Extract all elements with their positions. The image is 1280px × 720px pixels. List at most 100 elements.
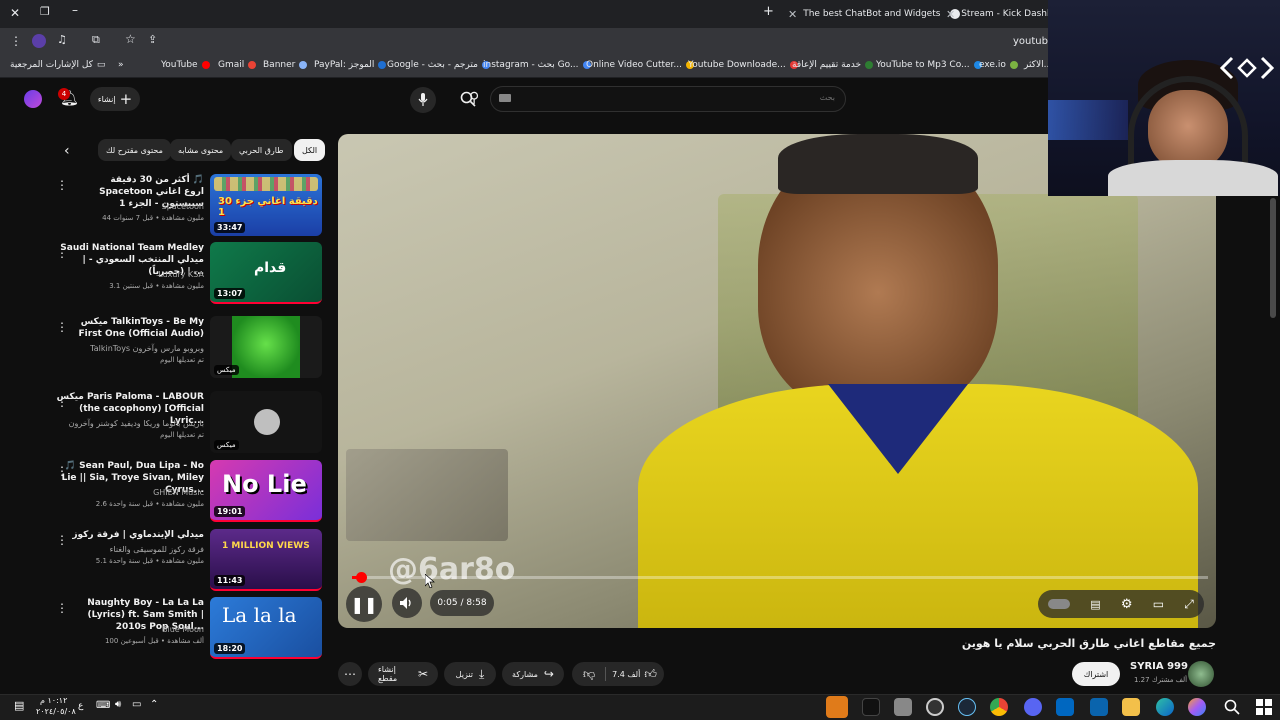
browser-menu-icon[interactable]: ⋮ (10, 34, 22, 48)
chip-all[interactable]: الكل (294, 139, 326, 161)
progress-scrubber[interactable] (356, 572, 367, 583)
bookmark-gmail[interactable]: Gmail (218, 60, 257, 70)
page-scrollbar[interactable] (1270, 198, 1276, 318)
thumbnail[interactable]: 30 دقيقة اغاني جزء 1 33:47 (210, 174, 322, 236)
account-avatar[interactable] (24, 90, 42, 108)
list-item[interactable]: ⋮ ميكس Paris Paloma - LABOUR (the cacoph… (50, 391, 326, 455)
bookmark-video-cutter[interactable]: Online Video Cutter... (586, 60, 695, 70)
app-orange-icon[interactable] (826, 696, 848, 718)
subscribe-button[interactable]: اشتراك (1072, 662, 1120, 686)
file-explorer-icon[interactable] (1122, 698, 1140, 716)
progress-bar[interactable] (352, 576, 1208, 579)
bookmark-youtube[interactable]: YouTube (161, 60, 210, 70)
keyboard-icon[interactable] (499, 94, 511, 102)
list-item[interactable]: ⋮ ميدلي الإيندماوي | فرقة ركوز فرقة ركوز… (50, 529, 326, 593)
bookmark-exe-io[interactable]: exe.io (979, 60, 1018, 70)
search-input[interactable]: ⚲ بحث (469, 86, 846, 112)
download-icon: ⤓ (479, 666, 485, 681)
tiktok-icon[interactable] (862, 698, 880, 716)
bookmark-google-translate[interactable]: Google - مترجم - بحث (387, 60, 490, 70)
copilot-icon[interactable] (1188, 698, 1206, 716)
video-meta: 5.1 مليون مشاهدة • قبل سنة واحدة (95, 557, 204, 565)
pause-button[interactable]: ❚❚ (346, 586, 382, 622)
create-button[interactable]: إنشاء + (90, 87, 140, 111)
bookmark-paypal[interactable]: PayPal: الموجز (314, 60, 387, 70)
list-item[interactable]: ⋮ 🎵 Sean Paul, Dua Lipa - No Lie || Sia,… (50, 460, 326, 524)
media-control-icon[interactable]: ♫ (57, 33, 67, 46)
profile-icon[interactable] (32, 34, 46, 48)
more-actions-button[interactable]: ⋯ (338, 662, 362, 686)
channel-name: GHIEN Music (153, 488, 204, 497)
webcam-person-shirt (1108, 160, 1278, 196)
channel-name[interactable]: SYRIA 999 (1130, 661, 1188, 672)
chips-prev-icon[interactable]: ‹ (64, 143, 70, 159)
thumbnail[interactable]: La la la 18:20 (210, 597, 322, 659)
share-button[interactable]: مشاركة ↪ (502, 662, 564, 686)
clock-time[interactable]: ١٠:١٢ م (40, 696, 67, 705)
app-gray-icon[interactable] (894, 698, 912, 716)
taskbar-search-icon[interactable] (1224, 699, 1240, 715)
settings-gear-icon[interactable]: ⚙ (1121, 597, 1133, 612)
obs-icon[interactable] (926, 698, 944, 716)
dislike-button[interactable]: 👎︎ (573, 667, 605, 682)
bookmark-all[interactable]: كل الإشارات المرجعية ▭ (10, 60, 105, 70)
bookmark-youtube-downloader[interactable]: Youtube Downloade... (688, 60, 798, 70)
list-item[interactable]: ⋮ Saudi National Team Medley | ميدلي الم… (50, 242, 326, 306)
theater-mode-icon[interactable]: ▭ (1153, 597, 1164, 611)
minimize-window-icon[interactable]: – (72, 3, 78, 17)
autoplay-toggle-icon[interactable] (1048, 599, 1071, 609)
thumbnail[interactable]: 1 MILLION VIEWS 11:43 (210, 529, 322, 591)
restore-window-icon[interactable]: ❐ (40, 5, 50, 18)
tab-search-icon[interactable]: ⧉ (92, 33, 100, 47)
bookmark-disability-service[interactable]: خدمة تقييم الإعاقة (792, 60, 874, 70)
list-item[interactable]: ⋮ Naughty Boy - La La La (Lyrics) ft. Sa… (50, 597, 326, 661)
install-app-icon[interactable]: ⇪ (148, 33, 157, 46)
bookmarks-overflow-icon[interactable]: » (118, 60, 124, 70)
volume-button[interactable] (392, 588, 422, 618)
outlook-icon[interactable] (1090, 698, 1108, 716)
tray-overflow-icon[interactable]: ⌃ (150, 699, 158, 710)
voice-search-button[interactable] (410, 87, 436, 113)
search-icon[interactable] (460, 91, 476, 107)
subtitles-icon[interactable]: ▤ (1090, 598, 1100, 611)
keyboard-icon[interactable]: ⌨ (96, 700, 110, 711)
bookmark-youtube-mp3[interactable]: YouTube to Mp3 Co... (876, 60, 982, 70)
list-item[interactable]: ⋮ أكثر من 30 دقيقة 🎵 Spacetoon اروع اغان… (50, 174, 326, 238)
edge-icon[interactable] (1156, 698, 1174, 716)
network-icon[interactable]: ▭ (132, 699, 141, 710)
chip-suggested[interactable]: محتوى مقترح لك (98, 139, 171, 161)
video-thumbnail-preview (346, 449, 508, 541)
notification-center-icon[interactable]: ▤ (14, 699, 24, 712)
bookmark-instagram[interactable]: instagram - بحث Go... (483, 60, 591, 70)
address-url[interactable]: youtub (1013, 36, 1048, 47)
tab-chatbot[interactable]: ✕ The best ChatBot and Widgets (788, 4, 961, 24)
bookmark-banner[interactable]: Banner (263, 60, 308, 70)
download-button[interactable]: تنزيل ⤓ (444, 662, 496, 686)
like-button[interactable]: 7.4 ألف 👍︎ (606, 667, 663, 682)
thumbnail[interactable]: No Lie 19:01 (210, 460, 322, 522)
chip-related[interactable]: محتوى مشابه (170, 139, 232, 161)
windows-start-icon[interactable] (1256, 699, 1272, 715)
tab-close-icon[interactable]: ✕ (946, 8, 955, 21)
chrome-icon[interactable] (990, 698, 1008, 716)
input-language[interactable]: ع (78, 701, 83, 711)
thumbnail[interactable]: قدام 13:07 (210, 242, 322, 304)
video-player[interactable]: @6ar8o ❚❚ 0:05 / 8:58 ▤ ⚙ ▭ ⤢ (338, 134, 1216, 628)
thumbnail[interactable]: ميكس (210, 391, 322, 453)
steam-icon[interactable] (958, 698, 976, 716)
list-item[interactable]: ⋮ ميكس TalkinToys - Be My First One (Off… (50, 316, 326, 380)
clock-date[interactable]: ٢٠٢٤/٠٥/٠٨ (36, 707, 76, 716)
store-icon[interactable] (1056, 698, 1074, 716)
discord-icon[interactable] (1024, 698, 1042, 716)
thumbnail[interactable]: ميكس (210, 316, 322, 378)
fullscreen-icon[interactable]: ⤢ (1184, 597, 1194, 612)
speaker-icon[interactable]: 🔊︎ (115, 699, 121, 710)
chip-artist[interactable]: طارق الحربي (231, 139, 292, 161)
bookmark-star-icon[interactable]: ☆ (125, 32, 136, 46)
close-window-icon[interactable]: ✕ (10, 6, 20, 20)
tab-close-icon[interactable]: ✕ (788, 8, 797, 21)
clip-button[interactable]: إنشاء مقطع ✂ (368, 662, 438, 686)
new-tab-icon[interactable]: + (763, 4, 774, 19)
channel-avatar[interactable] (1188, 661, 1214, 687)
mouse-cursor-icon (425, 574, 435, 588)
